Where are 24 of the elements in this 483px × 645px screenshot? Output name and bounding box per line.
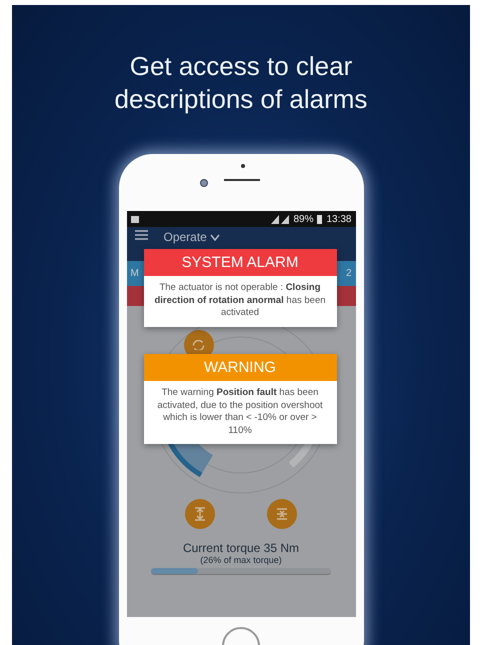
rotate-icon <box>192 340 205 350</box>
strip-text: 2 <box>346 268 352 279</box>
chevron-icon[interactable] <box>210 234 220 240</box>
open-limit-button[interactable] <box>185 499 215 529</box>
screen-title[interactable]: Operate <box>164 230 207 244</box>
expand-icon <box>193 507 207 521</box>
torque-label: Current torque 35 Nm <box>182 541 300 555</box>
dialog-title: WARNING <box>144 354 336 381</box>
close-limit-button[interactable] <box>267 499 297 529</box>
camera-icon <box>200 179 208 187</box>
dialog-message: The warning Position fault has been activated, due to the position overshoot which is lower than < -10% or over > 110% <box>156 386 324 438</box>
strip-text: M <box>130 268 139 279</box>
collapse-icon <box>275 507 289 521</box>
menu-icon[interactable] <box>134 230 148 240</box>
torque-percent: (26% of max torque) <box>200 555 282 565</box>
headline: Get access to clear descriptions of alarms <box>114 50 368 116</box>
sim-icon <box>130 216 138 222</box>
signal-icon <box>271 214 290 224</box>
battery-percent: 89% <box>293 214 314 224</box>
clock: 13:38 <box>326 214 352 224</box>
battery-icon <box>317 214 322 224</box>
sensor-icon <box>240 164 244 168</box>
dialog-message: The actuator is not operable : Closing direction of rotation anormal has been activated <box>153 281 327 320</box>
dialog-title: SYSTEM ALARM <box>144 249 336 276</box>
